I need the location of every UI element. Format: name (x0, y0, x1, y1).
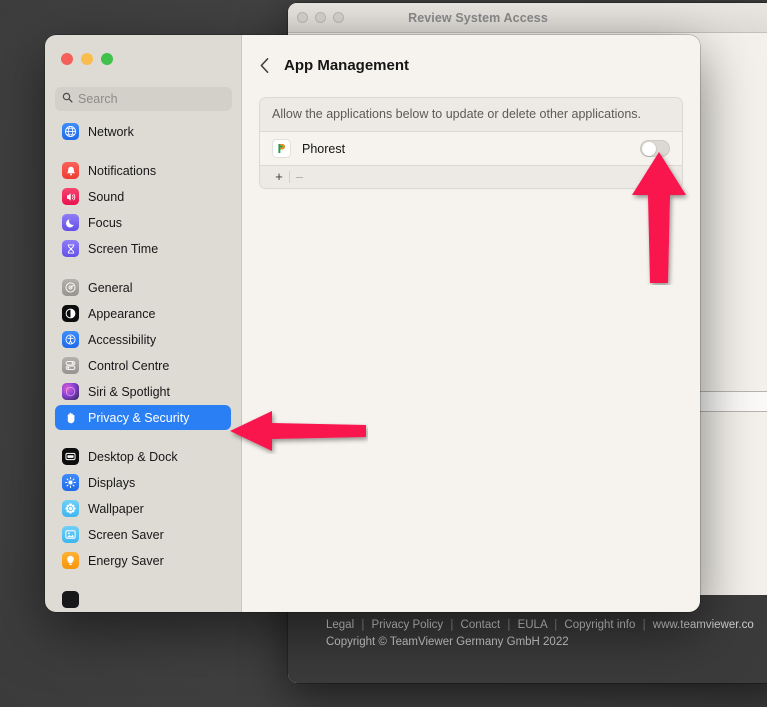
sidebar-item-label: Wallpaper (88, 502, 144, 516)
sidebar-item-control-centre[interactable]: Control Centre (55, 353, 231, 378)
zoom-button[interactable] (101, 53, 113, 65)
sidebar-item-label: Desktop & Dock (88, 450, 178, 464)
footer-link-contact[interactable]: Contact (461, 619, 501, 631)
sidebar-item-label: Siri & Spotlight (88, 385, 170, 399)
search-input[interactable]: Search (55, 87, 232, 111)
app-name-label: Phorest (302, 142, 640, 156)
sidebar-item-label: Appearance (88, 307, 155, 321)
arrow-pointing-toggle (628, 150, 690, 290)
main-header: App Management (242, 35, 700, 74)
sidebar-item-label: Accessibility (88, 333, 156, 347)
sidebar-item-siri-spotlight[interactable]: Siri & Spotlight (55, 379, 231, 404)
app-management-card: Allow the applications below to update o… (259, 97, 683, 189)
minimize-button[interactable] (81, 53, 93, 65)
close-button[interactable] (61, 53, 73, 65)
desktop-dock-icon (62, 448, 79, 465)
globe-icon (62, 123, 79, 140)
search-placeholder: Search (78, 92, 118, 106)
footer-link-eula[interactable]: EULA (518, 619, 547, 631)
search-icon (62, 90, 73, 108)
sidebar-item-accessibility[interactable]: Accessibility (55, 327, 231, 352)
control-centre-icon (62, 357, 79, 374)
sidebar-item-label: Control Centre (88, 359, 169, 373)
sidebar-item-energy-saver[interactable]: Energy Saver (55, 548, 231, 573)
app-list-item-phorest[interactable]: Phorest (260, 132, 682, 166)
app-list-actions[interactable]: + – (260, 166, 682, 188)
add-app-button[interactable]: + (269, 166, 289, 188)
teamviewer-footer-links[interactable]: Legal | Privacy Policy | Contact | EULA … (326, 617, 767, 634)
sidebar-item-label: Displays (88, 476, 135, 490)
sidebar-item-sound[interactable]: Sound (55, 184, 231, 209)
wallpaper-icon (62, 500, 79, 517)
sidebar-item-label: Screen Time (88, 242, 158, 256)
footer-link-privacy-policy[interactable]: Privacy Policy (372, 619, 444, 631)
sidebar-item-label: Notifications (88, 164, 156, 178)
clipped-icon (62, 591, 79, 608)
sidebar-item-network[interactable]: Network (55, 119, 231, 144)
sidebar-item-label: Network (88, 125, 134, 139)
sidebar-item-screen-saver[interactable]: Screen Saver (55, 522, 231, 547)
remove-app-button: – (290, 166, 310, 188)
display-icon (62, 474, 79, 491)
sidebar-item-label: Sound (88, 190, 124, 204)
footer-sep: | (639, 619, 650, 631)
footer-link-legal[interactable]: Legal (326, 619, 354, 631)
sidebar-item-appearance[interactable]: Appearance (55, 301, 231, 326)
sidebar-divider (55, 145, 231, 158)
moon-icon (62, 214, 79, 231)
sidebar-item-list[interactable]: Network Notifications Sound F (45, 119, 241, 612)
phorest-icon (272, 139, 291, 158)
arrow-pointing-privacy-security (228, 408, 368, 459)
teamviewer-window-title: Review System Access (288, 3, 767, 33)
hourglass-icon (62, 240, 79, 257)
sidebar-item-wallpaper[interactable]: Wallpaper (55, 496, 231, 521)
bulb-icon (62, 552, 79, 569)
bell-icon (62, 162, 79, 179)
sidebar-item-screen-time[interactable]: Screen Time (55, 236, 231, 261)
sidebar-item-label: Energy Saver (88, 554, 164, 568)
appearance-icon (62, 305, 79, 322)
siri-icon (62, 383, 79, 400)
hand-icon (62, 409, 79, 426)
sidebar-item-focus[interactable]: Focus (55, 210, 231, 235)
footer-sep: | (446, 619, 457, 631)
footer-link-website[interactable]: www.teamviewer.co (653, 619, 754, 631)
back-chevron-icon[interactable] (259, 57, 270, 74)
footer-link-copyright-info[interactable]: Copyright info (564, 619, 635, 631)
sidebar-divider (55, 431, 231, 444)
sidebar-divider (55, 262, 231, 275)
sidebar-item-label: Privacy & Security (88, 411, 189, 425)
system-settings-main-pane: App Management Allow the applications be… (242, 35, 700, 612)
system-settings-window-controls[interactable] (61, 53, 113, 65)
sidebar-item-desktop-dock[interactable]: Desktop & Dock (55, 444, 231, 469)
teamviewer-titlebar[interactable]: Review System Access (288, 3, 767, 33)
app-management-note: Allow the applications below to update o… (260, 98, 682, 132)
sidebar-item-displays[interactable]: Displays (55, 470, 231, 495)
sidebar-item-privacy-security[interactable]: Privacy & Security (55, 405, 231, 430)
teamviewer-copyright: Copyright © TeamViewer Germany GmbH 2022 (326, 634, 767, 651)
sidebar-item-label: Focus (88, 216, 122, 230)
gear-icon (62, 279, 79, 296)
search-field-wrapper[interactable]: Search (55, 87, 232, 111)
system-settings-sidebar[interactable]: Search Network Notifications (45, 35, 242, 612)
accessibility-icon (62, 331, 79, 348)
screensaver-icon (62, 526, 79, 543)
page-title: App Management (284, 57, 409, 74)
sidebar-item-label: Screen Saver (88, 528, 164, 542)
sidebar-item-notifications[interactable]: Notifications (55, 158, 231, 183)
sidebar-item-label: General (88, 281, 132, 295)
sidebar-item-general[interactable]: General (55, 275, 231, 300)
system-settings-window[interactable]: Search Network Notifications (45, 35, 700, 612)
sidebar-divider (55, 574, 231, 587)
footer-sep: | (550, 619, 561, 631)
footer-sep: | (503, 619, 514, 631)
speaker-icon (62, 188, 79, 205)
sidebar-item-partial-clipped[interactable] (55, 587, 231, 612)
footer-sep: | (357, 619, 368, 631)
